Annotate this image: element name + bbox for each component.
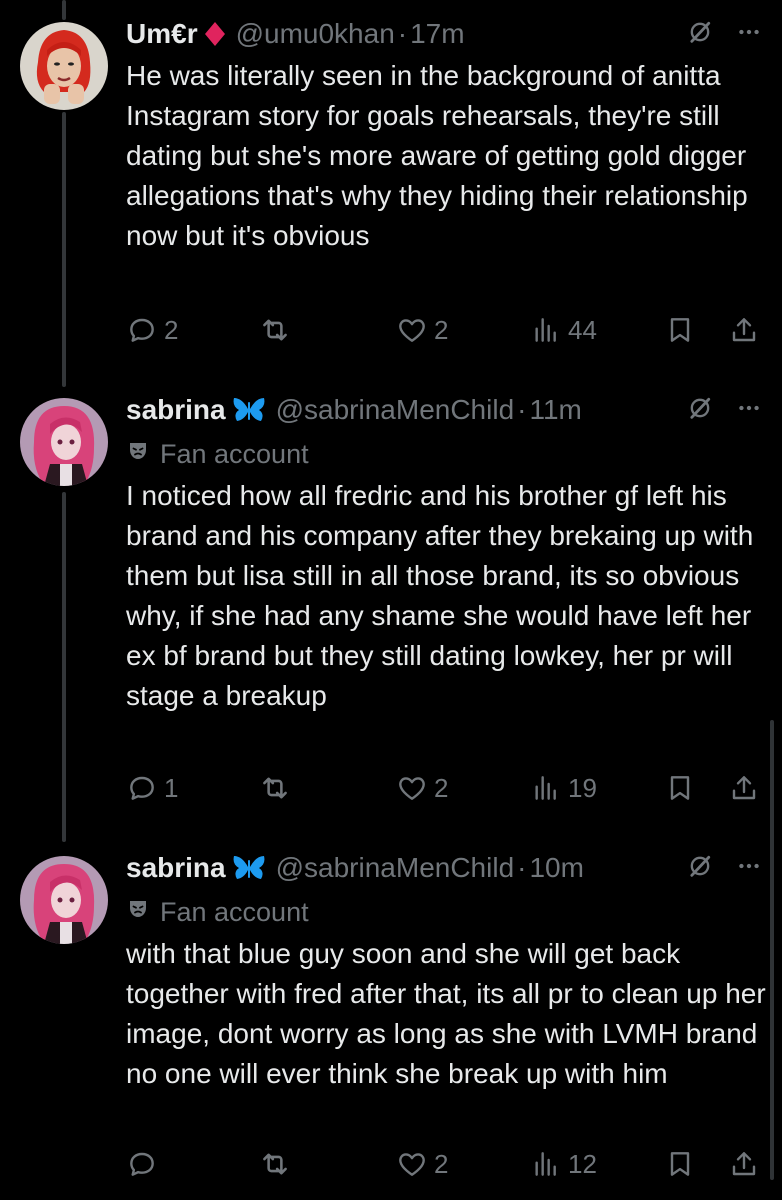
fan-account-label: Fan account bbox=[126, 894, 309, 930]
tweet-text: I noticed how all fredric and his brothe… bbox=[126, 480, 754, 711]
share-icon bbox=[728, 314, 766, 346]
like-count: 2 bbox=[434, 1148, 449, 1179]
label-text: Fan account bbox=[160, 438, 309, 469]
tweet[interactable]: sabrina @sabrinaMenChild · 10m Fan accou… bbox=[0, 848, 782, 1198]
blue-butterfly-icon bbox=[232, 854, 266, 882]
reply-button[interactable]: 1 bbox=[126, 768, 178, 808]
share-icon bbox=[728, 772, 766, 804]
reply-icon bbox=[126, 1148, 164, 1180]
grok-icon[interactable] bbox=[686, 852, 714, 880]
like-button[interactable]: 2 bbox=[396, 768, 448, 808]
timestamp[interactable]: 10m bbox=[529, 852, 583, 884]
views-icon bbox=[530, 772, 568, 804]
views-count: 44 bbox=[568, 314, 597, 345]
tweet-header: Um€r @umu0khan · 17m bbox=[126, 14, 762, 54]
display-name[interactable]: Um€r bbox=[126, 18, 198, 50]
reply-button[interactable]: 2 bbox=[126, 310, 178, 350]
like-count: 2 bbox=[434, 772, 449, 803]
retweet-button[interactable] bbox=[258, 768, 298, 808]
retweet-icon bbox=[258, 771, 298, 805]
action-bar: 2 2 44 bbox=[126, 310, 762, 350]
blue-butterfly-icon bbox=[232, 396, 266, 424]
action-bar: 2 12 bbox=[126, 1144, 762, 1184]
avatar[interactable] bbox=[20, 398, 108, 486]
share-button[interactable] bbox=[728, 768, 766, 808]
grok-icon[interactable] bbox=[686, 18, 714, 46]
display-name[interactable]: sabrina bbox=[126, 394, 226, 426]
handle[interactable]: @sabrinaMenChild bbox=[276, 394, 515, 426]
tweet-header: sabrina @sabrinaMenChild · 10m bbox=[126, 848, 762, 888]
views-button[interactable]: 12 bbox=[530, 1144, 597, 1184]
more-icon[interactable] bbox=[736, 395, 762, 421]
more-icon[interactable] bbox=[736, 853, 762, 879]
views-icon bbox=[530, 1148, 568, 1180]
fan-account-label: Fan account bbox=[126, 436, 309, 472]
retweet-button[interactable] bbox=[258, 310, 298, 350]
views-icon bbox=[530, 314, 568, 346]
fan-mask-icon bbox=[126, 439, 160, 470]
label-text: Fan account bbox=[160, 896, 309, 927]
timestamp[interactable]: 11m bbox=[529, 394, 581, 426]
bookmark-icon bbox=[664, 1148, 702, 1180]
separator-dot: · bbox=[397, 18, 408, 49]
tweet[interactable]: sabrina @sabrinaMenChild · 11m Fan accou… bbox=[0, 390, 782, 810]
handle[interactable]: @umu0khan bbox=[236, 18, 395, 50]
avatar[interactable] bbox=[20, 22, 108, 110]
bookmark-button[interactable] bbox=[664, 1144, 702, 1184]
retweet-button[interactable] bbox=[258, 1144, 298, 1184]
reply-count: 1 bbox=[164, 772, 179, 803]
bookmark-icon bbox=[664, 314, 702, 346]
tweet-text: He was literally seen in the background … bbox=[126, 60, 748, 251]
views-count: 12 bbox=[568, 1148, 597, 1179]
grok-icon[interactable] bbox=[686, 394, 714, 422]
avatar[interactable] bbox=[20, 856, 108, 944]
reply-count: 2 bbox=[164, 314, 179, 345]
like-button[interactable]: 2 bbox=[396, 1144, 448, 1184]
red-diamond-icon bbox=[204, 21, 226, 47]
like-icon bbox=[396, 1148, 434, 1180]
action-bar: 1 2 19 bbox=[126, 768, 762, 808]
views-button[interactable]: 44 bbox=[530, 310, 597, 350]
bookmark-button[interactable] bbox=[664, 310, 702, 350]
reply-button[interactable] bbox=[126, 1144, 164, 1184]
like-button[interactable]: 2 bbox=[396, 310, 448, 350]
reply-icon bbox=[126, 314, 164, 346]
like-count: 2 bbox=[434, 314, 449, 345]
like-icon bbox=[396, 772, 434, 804]
reply-icon bbox=[126, 772, 164, 804]
bookmark-icon bbox=[664, 772, 702, 804]
views-count: 19 bbox=[568, 772, 597, 803]
like-icon bbox=[396, 314, 434, 346]
share-button[interactable] bbox=[728, 1144, 766, 1184]
separator-dot: · bbox=[517, 852, 527, 883]
tweet-text: with that blue guy soon and she will get… bbox=[126, 938, 766, 1089]
bookmark-button[interactable] bbox=[664, 768, 702, 808]
tweet[interactable]: Um€r @umu0khan · 17m He was literally se… bbox=[0, 14, 782, 354]
display-name[interactable]: sabrina bbox=[126, 852, 226, 884]
fan-mask-icon bbox=[126, 897, 160, 928]
retweet-icon bbox=[258, 313, 298, 347]
handle[interactable]: @sabrinaMenChild bbox=[276, 852, 515, 884]
share-icon bbox=[728, 1148, 766, 1180]
tweet-header: sabrina @sabrinaMenChild · 11m bbox=[126, 390, 762, 430]
timestamp[interactable]: 17m bbox=[410, 18, 464, 50]
retweet-icon bbox=[258, 1147, 298, 1181]
more-icon[interactable] bbox=[736, 19, 762, 45]
scrollbar[interactable] bbox=[770, 720, 774, 1180]
separator-dot: · bbox=[517, 394, 527, 425]
views-button[interactable]: 19 bbox=[530, 768, 597, 808]
share-button[interactable] bbox=[728, 310, 766, 350]
